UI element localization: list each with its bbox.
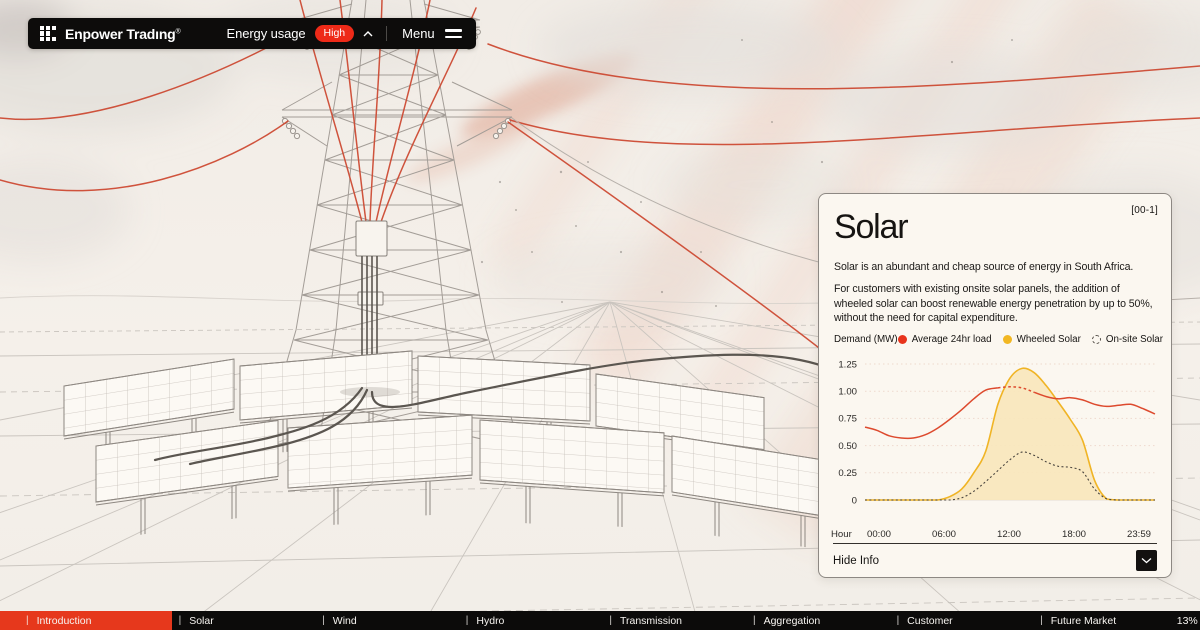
svg-text:00:00: 00:00 — [867, 529, 891, 540]
hamburger-menu-icon — [444, 29, 462, 38]
card-paragraph: Solar is an abundant and cheap source of… — [834, 260, 1134, 273]
top-nav-bar: Enpower Tradıng® Energy usage High Menu — [28, 18, 476, 49]
app-root: Enpower Tradıng® Energy usage High Menu … — [0, 0, 1200, 630]
red-dot-icon — [897, 335, 907, 345]
svg-text:23:59: 23:59 — [1127, 529, 1151, 540]
page-title: Solar — [834, 208, 909, 246]
footer-nav-item-future-market[interactable]: | Future Market — [1033, 611, 1177, 630]
menu-label: Menu — [402, 26, 435, 41]
yellow-dot-icon — [1002, 335, 1012, 345]
legend-item-onsite-solar: On-site Solar — [1091, 334, 1163, 345]
brand-logo[interactable]: Enpower Tradıng® — [40, 26, 181, 42]
grid-logo-icon — [40, 25, 56, 42]
hide-info-toggle[interactable] — [1136, 550, 1157, 571]
svg-text:0: 0 — [852, 496, 857, 507]
chart-axis-title: Demand (MW) — [834, 334, 898, 346]
hide-info-label: Hide Info — [833, 554, 880, 567]
svg-text:12:00: 12:00 — [997, 529, 1021, 540]
svg-text:0.75: 0.75 — [838, 414, 857, 425]
dashed-circle-icon — [1091, 335, 1101, 345]
card-index: [00-1] — [1131, 205, 1158, 216]
svg-text:0.50: 0.50 — [838, 441, 857, 452]
footer-nav-item-hydro[interactable]: | Hydro — [459, 611, 603, 630]
brand-name: Enpower Tradıng® — [64, 25, 181, 42]
footer-nav-item-solar[interactable]: | Solar — [172, 611, 316, 630]
footer-nav-item-aggregation[interactable]: | Aggregation — [746, 611, 890, 630]
svg-text:0.25: 0.25 — [838, 468, 857, 479]
chevron-up-icon — [363, 30, 373, 36]
svg-text:1.00: 1.00 — [838, 387, 857, 398]
svg-text:Hour: Hour — [831, 529, 853, 540]
registered-mark: ® — [175, 27, 181, 35]
footer-nav-item-customer[interactable]: | Customer — [890, 611, 1034, 630]
footer-nav-item-transmission[interactable]: | Transmission — [602, 611, 746, 630]
scroll-progress: 13% — [1176, 614, 1198, 627]
menu-button[interactable]: Menu — [402, 26, 462, 41]
chart-container: 0 0.25 0.50 0.75 1.00 1.25 00:00 06:00 12:00 18:0… — [831, 348, 1157, 544]
demand-chart: 0 0.25 0.50 0.75 1.00 1.25 00:00 06:00 12:00 18:0… — [831, 360, 1156, 540]
energy-usage-badge: High — [314, 25, 355, 42]
solar-info-card: [00-1] Solar Solar is an abundant and ch… — [818, 193, 1172, 578]
chart-legend: Demand (MW) Average 24hr load Wheeled So… — [834, 334, 1163, 346]
svg-text:06:00: 06:00 — [932, 529, 956, 540]
svg-text:18:00: 18:00 — [1062, 529, 1086, 540]
footer-nav-item-introduction[interactable]: | Introduction — [0, 611, 172, 630]
footer-nav-item-wind[interactable]: | Wind — [315, 611, 459, 630]
legend-item-wheeled-solar: Wheeled Solar — [1002, 334, 1081, 345]
divider — [386, 26, 388, 41]
footer-section-nav: | Introduction | Solar | Wind | Hydro | Trans… — [0, 611, 1200, 630]
legend-item-average-load: Average 24hr load — [897, 334, 992, 345]
svg-text:1.25: 1.25 — [838, 360, 857, 371]
energy-usage-dropdown[interactable]: Energy usage High — [227, 25, 374, 42]
energy-usage-label: Energy usage — [226, 26, 306, 41]
card-footer: Hide Info — [833, 543, 1157, 577]
chevron-down-icon — [1141, 558, 1152, 564]
card-paragraph: For customers with existing onsite solar… — [834, 283, 1153, 324]
